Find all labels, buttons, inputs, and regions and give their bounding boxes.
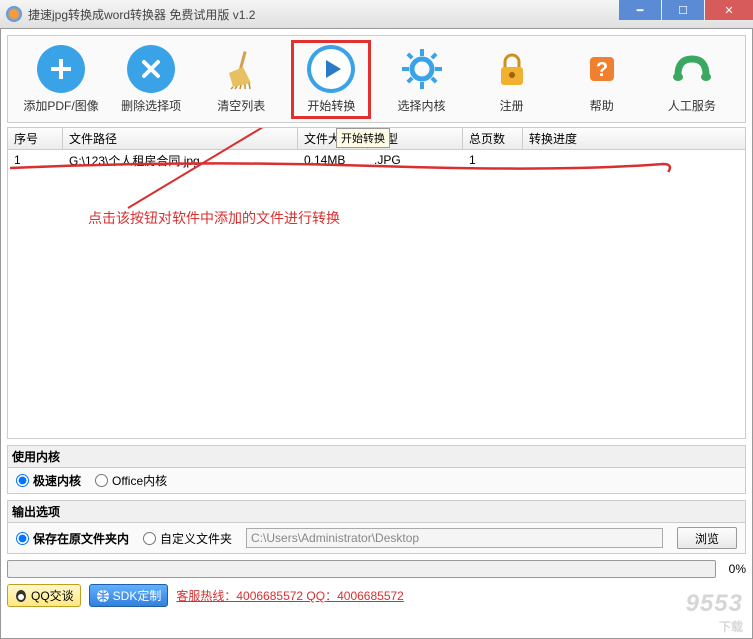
cell-path: G:\123\个人租房合同.jpg — [63, 152, 298, 169]
table-row[interactable]: 1 G:\123\个人租房合同.jpg 0.14MB .JPG 1 — [8, 150, 745, 170]
play-icon — [307, 45, 355, 93]
maximize-button[interactable]: ☐ — [662, 0, 704, 20]
delete-button[interactable]: 删除选择项 — [111, 45, 191, 114]
kernel-fast-radio[interactable]: 极速内核 — [16, 472, 81, 489]
kernel-section: 使用内核 极速内核 Office内核 — [7, 445, 746, 494]
kernel-title: 使用内核 — [7, 445, 746, 467]
qq-chat-button[interactable]: QQ交谈 — [7, 584, 81, 607]
main-frame: 添加PDF/图像 删除选择项 清空列表 开始转换 — [0, 28, 753, 639]
col-pages[interactable]: 总页数 — [463, 128, 523, 149]
add-file-button[interactable]: 添加PDF/图像 — [21, 45, 101, 114]
app-icon — [6, 6, 22, 22]
lock-icon — [488, 45, 536, 93]
cell-size: 0.14MB — [298, 153, 368, 167]
service-button[interactable]: 人工服务 — [652, 45, 732, 114]
qq-icon — [14, 589, 28, 603]
start-convert-button[interactable]: 开始转换 — [291, 40, 371, 119]
cell-seq: 1 — [8, 153, 63, 167]
hotline-text[interactable]: 客服热线：4006685572 QQ：4006685572 — [176, 587, 403, 604]
progress-percent: 0% — [722, 562, 746, 576]
table-header: 序号 文件路径 文件大小 开始转换 类型 总页数 转换进度 — [8, 128, 745, 150]
svg-text:?: ? — [596, 59, 608, 81]
cell-pages: 1 — [463, 153, 523, 167]
clear-button[interactable]: 清空列表 — [201, 45, 281, 114]
toolbar: 添加PDF/图像 删除选择项 清空列表 开始转换 — [7, 35, 746, 123]
output-title: 输出选项 — [7, 500, 746, 522]
gear-icon — [398, 45, 446, 93]
progress-bar — [7, 560, 716, 578]
titlebar: 捷速jpg转换成word转换器 免费试用版 v1.2 ━ ☐ ✕ — [0, 0, 753, 28]
output-same-radio[interactable]: 保存在原文件夹内 — [16, 530, 129, 547]
output-path-input[interactable] — [246, 528, 663, 548]
annotation-text: 点击该按钮对软件中添加的文件进行转换 — [88, 208, 340, 228]
footer: QQ交谈 SDK定制 客服热线：4006685572 QQ：4006685572 — [7, 584, 746, 607]
col-size[interactable]: 文件大小 开始转换 — [298, 128, 368, 149]
x-icon — [127, 45, 175, 93]
close-button[interactable]: ✕ — [705, 0, 753, 20]
cell-type: .JPG — [368, 153, 463, 167]
help-icon: ? — [578, 45, 626, 93]
start-tooltip: 开始转换 — [336, 128, 390, 148]
phone-icon — [668, 45, 716, 93]
globe-icon — [96, 589, 110, 603]
broom-icon — [217, 45, 265, 93]
col-path[interactable]: 文件路径 — [63, 128, 298, 149]
file-table: 序号 文件路径 文件大小 开始转换 类型 总页数 转换进度 1 G:\123\个… — [7, 127, 746, 439]
sdk-button[interactable]: SDK定制 — [89, 584, 169, 607]
output-section: 输出选项 保存在原文件夹内 自定义文件夹 浏览 — [7, 500, 746, 554]
register-button[interactable]: 注册 — [472, 45, 552, 114]
browse-button[interactable]: 浏览 — [677, 527, 737, 549]
kernel-office-radio[interactable]: Office内核 — [95, 472, 167, 489]
help-button[interactable]: ? 帮助 — [562, 45, 642, 114]
window-title: 捷速jpg转换成word转换器 免费试用版 v1.2 — [28, 6, 255, 23]
col-progress[interactable]: 转换进度 — [523, 128, 745, 149]
output-custom-radio[interactable]: 自定义文件夹 — [143, 530, 232, 547]
col-seq[interactable]: 序号 — [8, 128, 63, 149]
minimize-button[interactable]: ━ — [619, 0, 661, 20]
window-controls: ━ ☐ ✕ — [619, 0, 753, 20]
plus-icon — [37, 45, 85, 93]
kernel-button[interactable]: 选择内核 — [382, 45, 462, 114]
progress-row: 0% — [7, 560, 746, 578]
